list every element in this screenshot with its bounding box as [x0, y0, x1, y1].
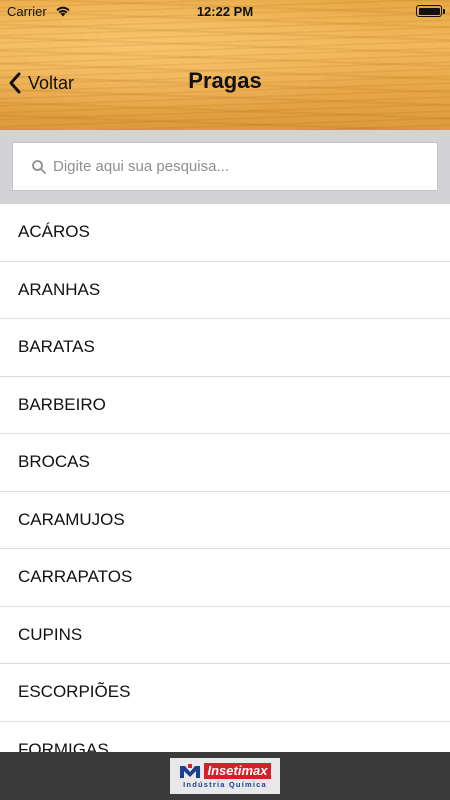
footer: Insetimax Indústria Química — [0, 752, 450, 800]
brand-name: Insetimax — [203, 763, 272, 779]
list-item[interactable]: CUPINS — [0, 606, 450, 664]
header: Carrier 12:22 PM Voltar Pragas — [0, 0, 450, 130]
page-title: Pragas — [188, 68, 262, 93]
list-item[interactable]: ESCORPIÕES — [0, 664, 450, 722]
battery-icon — [416, 5, 445, 17]
brand-tagline: Indústria Química — [183, 780, 267, 789]
search-input[interactable] — [53, 158, 423, 175]
insetimax-logo: Insetimax Indústria Química — [170, 758, 280, 794]
search-icon — [32, 159, 46, 174]
insetimax-mark-icon — [179, 764, 200, 778]
list-item[interactable]: ARANHAS — [0, 261, 450, 319]
list-item[interactable]: BARATAS — [0, 319, 450, 377]
list-item[interactable]: CARAMUJOS — [0, 491, 450, 549]
list-item[interactable]: CARRAPATOS — [0, 549, 450, 607]
list-item[interactable]: ACÁROS — [0, 204, 450, 262]
search-bar — [0, 130, 450, 204]
search-box[interactable] — [12, 142, 438, 191]
list-item[interactable]: BROCAS — [0, 434, 450, 492]
pest-list: ACÁROS ARANHAS BARATAS BARBEIRO BROCAS CARAMU… — [0, 204, 450, 752]
list-item[interactable]: FORMIGAS — [0, 721, 450, 752]
clock: 12:22 PM — [196, 4, 254, 19]
status-bar: Carrier 12:22 PM — [0, 0, 450, 22]
list-item[interactable]: BARBEIRO — [0, 376, 450, 434]
